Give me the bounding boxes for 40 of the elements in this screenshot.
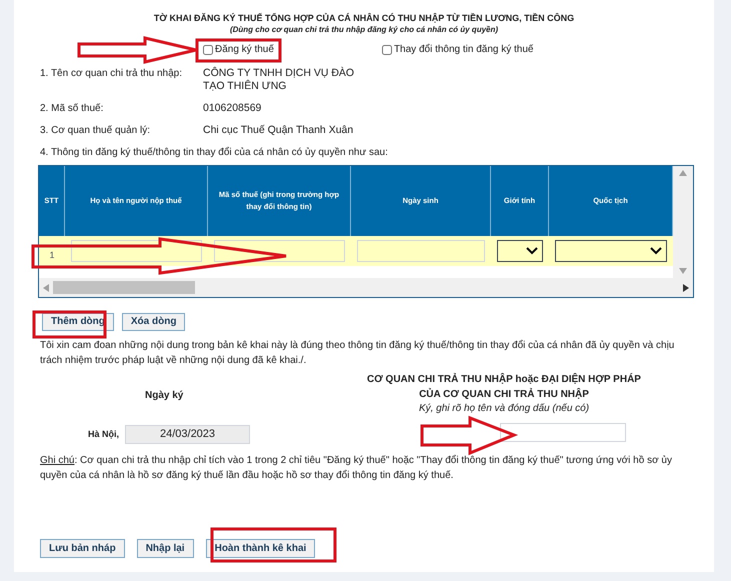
action-button[interactable]: Nhập lại	[136, 539, 194, 558]
checkbox-label: Đăng ký thuế	[215, 44, 274, 56]
chevron-down-icon	[650, 247, 662, 255]
declaration-text: Tôi xin cam đoan những nội dung trong bản kê khai này là đúng theo thông tin đăng ký thuế/thông tin thay đổi của cá nhân đã ủy quyền và chịu trách nhiệm trước pháp luật về những nội dung đã kê khai./.	[40, 338, 676, 368]
scroll-right-icon[interactable]	[683, 284, 689, 292]
scroll-down-icon[interactable]	[679, 268, 687, 274]
scroll-left-icon[interactable]	[43, 284, 49, 292]
field-value: CÔNG TY TNHH DỊCH VỤ ĐÀO TẠO THIÊN ƯNG	[203, 67, 356, 93]
checkbox-label: Thay đổi thông tin đăng ký thuế	[394, 44, 534, 56]
scroll-thumb[interactable]	[53, 281, 195, 294]
delete-row-button[interactable]: Xóa dòng	[122, 313, 186, 331]
form-subtitle: (Dùng cho cơ quan chi trả thu nhập đăng ký cho cá nhân có ủy quyền)	[228, 24, 500, 35]
horizontal-scrollbar[interactable]	[39, 278, 693, 297]
note-text: Ghi chú: Cơ quan chi trả thu nhập chỉ tích vào 1 trong 2 chỉ tiêu "Đăng ký thuế" hoặc "Thay đổi thông tin đăng ký thuế" tương ứng với hồ sơ ủy quyền của cá nhân là hồ sơ đăng ký thuế lần đầu hoặc hồ sơ thay đổi thông tin đăng ký thuế.	[40, 454, 673, 483]
payer-heading: CƠ QUAN CHI TRẢ THU NHẬP hoặc ĐẠI DIỆN HỢP PHÁP	[367, 372, 641, 387]
scroll-up-icon[interactable]	[679, 170, 687, 176]
sign-date-field[interactable]: 24/03/2023	[125, 425, 250, 444]
section-label: 4. Thông tin đăng ký thuế/thông tin thay đổi của cá nhân có ủy quyền như sau:	[40, 146, 389, 159]
field-value: Chi cục Thuế Quận Thanh Xuân	[203, 124, 354, 137]
text-field[interactable]	[357, 240, 485, 262]
field-value: 0106208569	[203, 102, 262, 115]
form-title: TỜ KHAI ĐĂNG KÝ THUẾ TỔNG HỢP CỦA CÁ NHÂN CÓ THU NHẬP TỪ TIỀN LƯƠNG, TIỀN CÔNG	[152, 12, 576, 24]
field-label: 2. Mã số thuế:	[40, 102, 104, 115]
row-number: 1	[49, 250, 54, 260]
action-button[interactable]: Hoàn thành kê khai	[206, 539, 316, 558]
action-button[interactable]: Lưu bản nháp	[40, 539, 125, 558]
vertical-scrollbar[interactable]	[673, 166, 693, 278]
checkbox[interactable]	[203, 45, 213, 55]
chevron-down-icon	[526, 247, 538, 255]
sign-date-label: Ngày ký	[145, 389, 184, 403]
select-field[interactable]	[497, 240, 543, 262]
field-label: 3. Cơ quan thuế quản lý:	[40, 124, 151, 137]
payer-hint: Ký, ghi rõ họ tên và đóng dấu (nếu có)	[418, 402, 590, 415]
add-row-button[interactable]: Thêm dòng	[42, 313, 114, 331]
payer-heading: CỦA CƠ QUAN CHI TRẢ THU NHẬP	[419, 387, 589, 402]
select-field[interactable]	[555, 240, 667, 262]
signature-field[interactable]	[500, 423, 626, 442]
place-label: Hà Nội,	[88, 428, 120, 441]
field-label: 1. Tên cơ quan chi trả thu nhập:	[40, 67, 184, 81]
checkbox[interactable]	[382, 45, 392, 55]
